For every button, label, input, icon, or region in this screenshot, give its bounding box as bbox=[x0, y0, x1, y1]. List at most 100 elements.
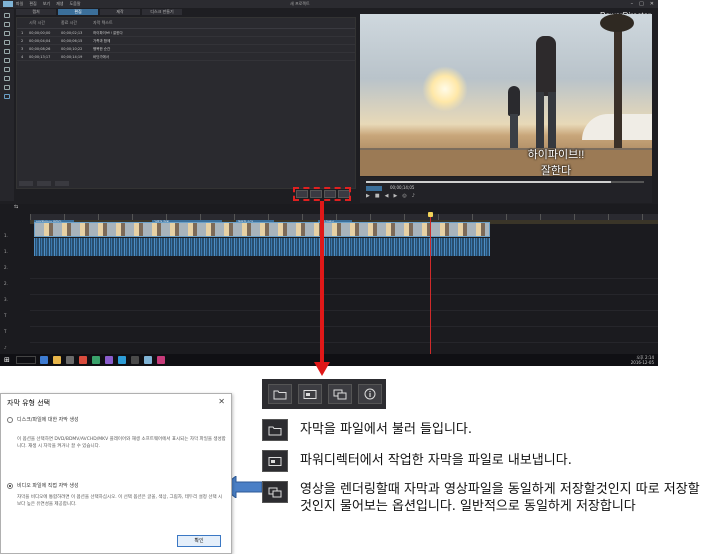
table-row[interactable]: 2 00;00;04;04 00;00;06;15 가족과 함께 bbox=[17, 37, 355, 45]
render-subtitle-icon[interactable] bbox=[328, 384, 352, 404]
app-logo-icon bbox=[3, 1, 13, 7]
radio-button[interactable] bbox=[7, 416, 13, 423]
app-icon[interactable] bbox=[79, 356, 87, 364]
menu-view[interactable]: 보기 bbox=[43, 0, 50, 8]
option-description: 자막을 비디오에 통합하려면 이 옵션을 선택하십시오. 이 선택 옵션은 글꼴… bbox=[17, 495, 223, 507]
preview-controls: 00;00;14;05 ▶ ■ ◀ ▶ ◎ ♪ bbox=[360, 177, 652, 203]
option-label: 비디오 파일에 직접 자막 생성 bbox=[17, 483, 79, 489]
prev-frame-icon[interactable]: ◀ bbox=[385, 193, 389, 199]
subtitle-text[interactable]: 가족과 함께 bbox=[93, 39, 351, 44]
system-tray: 오후 2:14 2016-12-05 bbox=[631, 355, 654, 365]
add-subtitle-button[interactable] bbox=[19, 181, 33, 186]
room-tabs: 캡처 편집 제작 디스크 만들기 bbox=[16, 9, 182, 15]
folder-icon[interactable] bbox=[268, 384, 292, 404]
empty-track bbox=[30, 328, 658, 343]
video-clip[interactable] bbox=[34, 222, 490, 237]
end-time[interactable]: 00;00;06;15 bbox=[61, 39, 93, 44]
export-subtitle-icon[interactable] bbox=[298, 384, 322, 404]
audio-waveform-clip[interactable] bbox=[34, 238, 490, 256]
playhead-handle[interactable] bbox=[428, 212, 433, 217]
option-label: 디스크/파일에 대한 자막 생성 bbox=[17, 417, 79, 423]
stop-icon[interactable]: ■ bbox=[375, 193, 380, 199]
minimize-icon[interactable]: – bbox=[631, 0, 634, 8]
remove-subtitle-button[interactable] bbox=[37, 181, 51, 186]
menu-edit[interactable]: 편집 bbox=[29, 0, 36, 8]
subtitle-buttons-closeup bbox=[262, 379, 386, 409]
column-header bbox=[21, 20, 29, 26]
track-label: 2. bbox=[4, 265, 8, 270]
app-icon[interactable] bbox=[118, 356, 126, 364]
info-icon[interactable] bbox=[358, 384, 382, 404]
column-header: 종료 시간 bbox=[61, 20, 77, 25]
transition-room-icon[interactable] bbox=[4, 58, 10, 63]
subtitle-text[interactable]: 행복한 순간 bbox=[93, 47, 351, 52]
merge-subtitle-button[interactable] bbox=[55, 181, 69, 186]
tray-date: 2016-12-05 bbox=[630, 360, 654, 365]
clip-mode-tag[interactable] bbox=[366, 186, 382, 191]
pip-room-icon[interactable] bbox=[4, 31, 10, 36]
play-icon[interactable]: ▶ bbox=[366, 193, 370, 199]
playhead[interactable] bbox=[430, 214, 431, 354]
start-time[interactable]: 00;00;00;00 bbox=[29, 31, 61, 36]
empty-track bbox=[30, 312, 658, 327]
windows-start-icon[interactable]: ⊞ bbox=[4, 356, 12, 364]
chapter-room-icon[interactable] bbox=[4, 85, 10, 90]
column-header: 자막 텍스트 bbox=[93, 20, 113, 25]
row-index: 4 bbox=[21, 55, 24, 59]
close-icon[interactable]: ✕ bbox=[218, 397, 225, 406]
end-time[interactable]: 00;00;14;19 bbox=[61, 55, 93, 60]
menu-bar: 파일 편집 보기 재생 도움말 bbox=[16, 0, 81, 8]
maximize-icon[interactable]: □ bbox=[639, 0, 644, 8]
subtitle-room-icon[interactable] bbox=[4, 94, 10, 99]
app-icon[interactable] bbox=[157, 356, 165, 364]
table-row[interactable]: 3 00;00;08;26 00;00;10;22 행복한 순간 bbox=[17, 45, 355, 53]
option-disc-subtitle[interactable]: 디스크/파일에 대한 자막 생성 bbox=[7, 416, 79, 423]
sun bbox=[422, 66, 468, 112]
explorer-icon[interactable] bbox=[53, 356, 61, 364]
taskbar-search-box[interactable] bbox=[16, 356, 36, 364]
close-icon[interactable]: ✕ bbox=[650, 0, 654, 8]
powerdirector-taskbar-icon[interactable] bbox=[144, 356, 152, 364]
subtitle-type-dialog: 자막 유형 선택 ✕ 디스크/파일에 대한 자막 생성 이 옵션을 선택하면 D… bbox=[0, 393, 232, 554]
start-time[interactable]: 00;00;13;17 bbox=[29, 55, 61, 60]
subtitle-text[interactable]: 하이파이브!! 잘한다 bbox=[93, 31, 351, 36]
radio-button-selected[interactable] bbox=[7, 482, 13, 489]
next-frame-icon[interactable]: ▶ bbox=[393, 193, 397, 199]
menu-play[interactable]: 재생 bbox=[56, 0, 63, 8]
start-time[interactable]: 00;00;08;26 bbox=[29, 47, 61, 52]
option-embedded-subtitle[interactable]: 비디오 파일에 직접 자막 생성 bbox=[7, 482, 79, 489]
scrub-bar[interactable] bbox=[366, 181, 644, 183]
timeline-toolbar: ⇆ bbox=[14, 204, 18, 210]
ok-button[interactable]: 확인 bbox=[177, 535, 221, 547]
app-icon[interactable] bbox=[92, 356, 100, 364]
edge-icon[interactable] bbox=[40, 356, 48, 364]
volume-icon[interactable]: ♪ bbox=[412, 193, 415, 199]
particle-room-icon[interactable] bbox=[4, 40, 10, 45]
app-icon[interactable] bbox=[105, 356, 113, 364]
scrub-progress bbox=[366, 181, 611, 183]
export-subtitle-icon bbox=[262, 450, 288, 472]
voice-over-icon[interactable] bbox=[4, 76, 10, 81]
menu-file[interactable]: 파일 bbox=[16, 0, 23, 8]
title-room-icon[interactable] bbox=[4, 49, 10, 54]
tab-produce[interactable]: 제작 bbox=[100, 9, 140, 15]
empty-track bbox=[30, 280, 658, 295]
snapshot-icon[interactable]: ◎ bbox=[402, 193, 406, 199]
option-description: 이 옵션을 선택하면 DVD/BDMV/AVCHD/MKV 플레이어와 재생 소… bbox=[17, 437, 226, 449]
end-time[interactable]: 00;00;10;22 bbox=[61, 47, 93, 52]
subtitle-text[interactable]: 바닷가에서 bbox=[93, 55, 351, 60]
media-room-icon[interactable] bbox=[4, 13, 10, 18]
table-row[interactable]: 1 00;00;00;00 00;00;02;13 하이파이브!! 잘한다 bbox=[17, 29, 355, 37]
tab-edit[interactable]: 편집 bbox=[58, 9, 98, 15]
start-time[interactable]: 00;00;04;04 bbox=[29, 39, 61, 44]
app-icon[interactable] bbox=[131, 356, 139, 364]
audio-mixing-icon[interactable] bbox=[4, 67, 10, 72]
table-row[interactable]: 4 00;00;13;17 00;00;14;19 바닷가에서 bbox=[17, 53, 355, 61]
tab-create-disc[interactable]: 디스크 만들기 bbox=[142, 9, 182, 15]
store-icon[interactable] bbox=[66, 356, 74, 364]
timeline-tools-icon[interactable]: ⇆ bbox=[14, 204, 18, 210]
tab-capture[interactable]: 캡처 bbox=[16, 9, 56, 15]
effect-room-icon[interactable] bbox=[4, 22, 10, 27]
menu-help[interactable]: 도움말 bbox=[70, 0, 81, 8]
end-time[interactable]: 00;00;02;13 bbox=[61, 31, 93, 36]
